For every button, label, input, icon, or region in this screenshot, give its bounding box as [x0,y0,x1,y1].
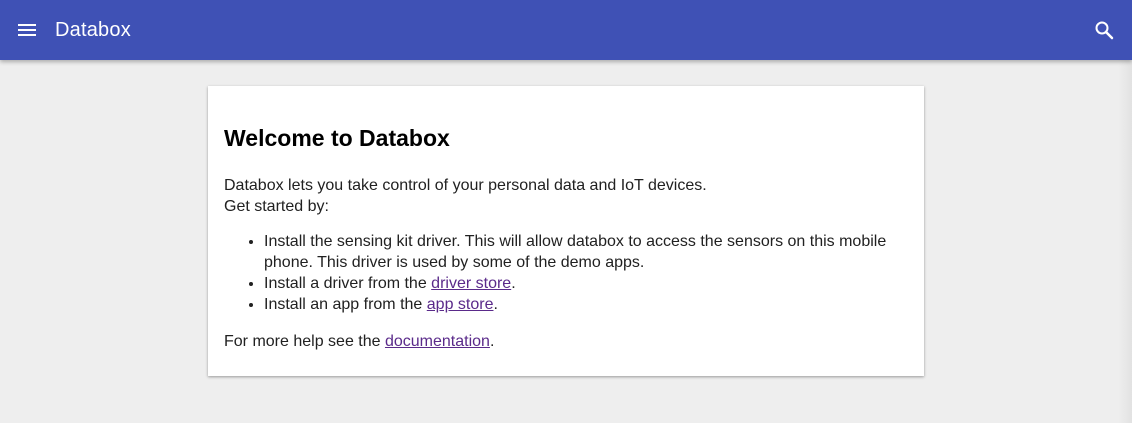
intro-line: Get started by: [224,198,329,215]
help-prefix: For more help see the [224,333,385,350]
list-item: Install an app from the app store. [264,294,908,315]
search-icon [1095,21,1114,40]
intro-text: Databox lets you take control of your pe… [224,175,908,217]
step-text: Install an app from the [264,296,427,313]
list-item: Install a driver from the driver store. [264,273,908,294]
welcome-card: Welcome to Databox Databox lets you take… [208,86,924,376]
steps-list: Install the sensing kit driver. This wil… [224,231,908,315]
edge-shadow [1118,60,1132,423]
step-text: Install the sensing kit driver. This wil… [264,233,887,271]
help-suffix: . [489,333,495,350]
app-title: Databox [55,18,131,41]
menu-icon [18,24,36,36]
documentation-link[interactable]: documentation [385,333,490,350]
menu-button[interactable] [15,18,39,42]
step-text: . [493,296,498,313]
driver-store-link[interactable]: driver store [431,275,511,292]
help-text: For more help see the documentation. [224,331,908,352]
list-item: Install the sensing kit driver. This wil… [264,231,908,273]
app-bar: Databox [0,0,1132,60]
search-button[interactable] [1092,18,1116,42]
app-store-link[interactable]: app store [427,296,494,313]
intro-line: Databox lets you take control of your pe… [224,177,707,194]
step-text: Install a driver from the [264,275,432,292]
page-title: Welcome to Databox [224,125,450,151]
step-text: . [511,275,516,292]
